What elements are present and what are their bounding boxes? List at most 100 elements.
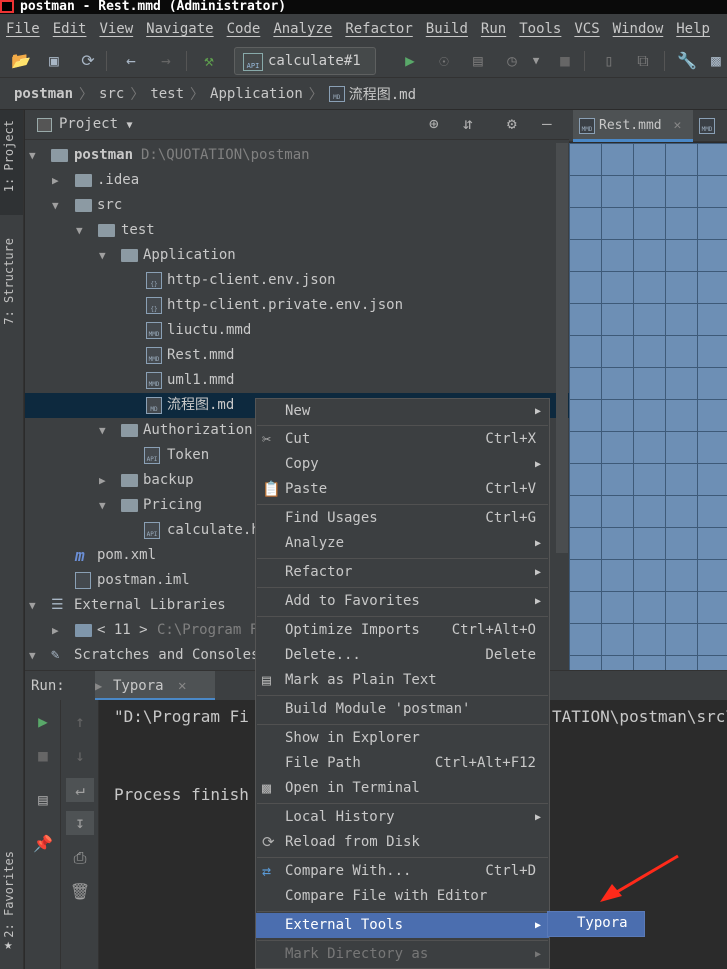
menu-vcs[interactable]: VCS — [574, 21, 599, 37]
menu-item-file-path[interactable]: File Path Ctrl+Alt+F12 — [256, 751, 549, 776]
open-folder-icon[interactable]: 📂 — [10, 50, 32, 72]
trash-icon[interactable]: 🗑 — [66, 880, 94, 904]
expand-arrow-icon[interactable]: ▼ — [29, 643, 36, 668]
menu-tools[interactable]: Tools — [519, 21, 561, 37]
rerun-icon[interactable]: ▶ — [29, 710, 57, 734]
stop-icon[interactable]: ■ — [554, 50, 576, 72]
menu-item-mark-as-plain-text[interactable]: ▤ Mark as Plain Text — [256, 668, 549, 693]
diagram-preview-canvas[interactable] — [569, 143, 727, 670]
menu-item-find-usages[interactable]: Find Usages Ctrl+G — [256, 506, 549, 531]
close-icon[interactable]: ✕ — [178, 678, 186, 694]
menu-item-optimize-imports[interactable]: Optimize Imports Ctrl+Alt+O — [256, 618, 549, 643]
tree-item-application[interactable]: ▼ Application — [25, 243, 569, 268]
stop-icon[interactable]: ■ — [29, 744, 57, 768]
tree-item-uml1[interactable]: MMD uml1.mmd — [25, 368, 569, 393]
menu-build[interactable]: Build — [426, 21, 468, 37]
update-icon[interactable]: ⧉ — [632, 50, 654, 72]
menu-item-add-to-favorites[interactable]: Add to Favorites ▶ — [256, 589, 549, 614]
expand-arrow-icon[interactable]: ▼ — [29, 143, 36, 168]
editor-tab-second[interactable]: MMD — [699, 110, 727, 142]
breadcrumb-file[interactable]: 流程图.md — [349, 84, 416, 104]
menu-item-open-in-terminal[interactable]: ▩ Open in Terminal — [256, 776, 549, 801]
close-icon[interactable]: ✕ — [673, 118, 681, 133]
save-icon[interactable]: ▣ — [43, 50, 65, 72]
menu-item-build-module[interactable]: Build Module 'postman' — [256, 697, 549, 722]
tree-item-test[interactable]: ▼ test — [25, 218, 569, 243]
profile-icon[interactable]: ◷ — [501, 50, 523, 72]
menu-help[interactable]: Help — [676, 21, 710, 37]
run-configuration-select[interactable]: API calculate#1 — [234, 47, 376, 75]
run-play-icon[interactable]: ▶ — [399, 50, 421, 72]
project-tool-tab[interactable]: 1: Project — [0, 110, 23, 215]
tree-item-liuctu[interactable]: MMD liuctu.mmd — [25, 318, 569, 343]
expand-arrow-icon[interactable]: ▼ — [29, 593, 36, 618]
menu-item-paste[interactable]: 📋 Paste Ctrl+V — [256, 477, 549, 502]
collapse-all-icon[interactable]: ⇵ — [463, 114, 473, 133]
menu-view[interactable]: View — [99, 21, 133, 37]
sync-icon[interactable]: ⟳ — [77, 50, 99, 72]
breadcrumb-postman[interactable]: postman — [14, 86, 73, 102]
run-tab-typora[interactable]: ▶ Typora ✕ — [95, 671, 215, 701]
tree-item-http-client-private-env[interactable]: {} http-client.private.env.json — [25, 293, 569, 318]
tree-item-src[interactable]: ▼ src — [25, 193, 569, 218]
locate-target-icon[interactable]: ⊕ — [429, 114, 439, 133]
breadcrumb-src[interactable]: src — [99, 86, 124, 102]
submenu-item-typora[interactable]: Typora — [577, 915, 628, 931]
menu-item-refactor[interactable]: Refactor ▶ — [256, 560, 549, 585]
project-structure-icon[interactable]: ▩ — [705, 50, 727, 72]
device-icon[interactable]: ▯ — [598, 50, 620, 72]
menu-navigate[interactable]: Navigate — [146, 21, 213, 37]
menu-item-local-history[interactable]: Local History ▶ — [256, 805, 549, 830]
editor-tab-rest-mmd[interactable]: MMD Rest.mmd ✕ — [573, 110, 693, 142]
tree-item-http-client-env[interactable]: {} http-client.env.json — [25, 268, 569, 293]
tree-item-rest-mmd[interactable]: MMD Rest.mmd — [25, 343, 569, 368]
menu-run[interactable]: Run — [481, 21, 506, 37]
menu-item-cut[interactable]: ✂ Cut Ctrl+X — [256, 427, 549, 452]
menu-item-compare-file-with-editor[interactable]: Compare File with Editor — [256, 884, 549, 909]
menu-item-copy[interactable]: Copy ▶ — [256, 452, 549, 477]
debug-bug-icon[interactable]: ☉ — [433, 50, 455, 72]
collapse-arrow-icon[interactable]: ▶ — [52, 168, 59, 193]
menu-code[interactable]: Code — [227, 21, 261, 37]
scroll-to-end-icon[interactable]: ↧ — [66, 811, 94, 835]
layout-icon[interactable]: ▤ — [29, 788, 57, 812]
tree-item-idea[interactable]: ▶ .idea — [25, 168, 569, 193]
breadcrumb-test[interactable]: test — [150, 86, 184, 102]
menu-item-show-in-explorer[interactable]: Show in Explorer — [256, 726, 549, 751]
tree-item-postman[interactable]: ▼ postman D:\QUOTATION\postman — [25, 143, 569, 168]
favorites-tool-tab[interactable]: 2: Favorites ★ — [0, 845, 23, 965]
menu-item-external-tools[interactable]: External Tools ▶ — [256, 913, 549, 938]
forward-arrow-icon[interactable]: → — [155, 50, 177, 72]
menu-item-compare-with[interactable]: ⇄ Compare With... Ctrl+D — [256, 859, 549, 884]
chevron-down-icon[interactable]: ▼ — [525, 50, 547, 72]
collapse-arrow-icon[interactable]: ▶ — [52, 618, 59, 643]
menu-window[interactable]: Window — [613, 21, 664, 37]
down-arrow-icon[interactable]: ↓ — [66, 744, 94, 768]
expand-arrow-icon[interactable]: ▼ — [99, 493, 106, 518]
menu-item-new[interactable]: New ▶ — [256, 399, 549, 424]
menu-item-analyze[interactable]: Analyze ▶ — [256, 531, 549, 556]
menu-refactor[interactable]: Refactor — [345, 21, 412, 37]
soft-wrap-icon[interactable]: ↵ — [66, 778, 94, 802]
menu-item-reload-from-disk[interactable]: ⟳ Reload from Disk — [256, 830, 549, 855]
gear-icon[interactable]: ⚙ — [507, 114, 517, 133]
expand-arrow-icon[interactable]: ▼ — [52, 193, 59, 218]
print-icon[interactable]: ⎙ — [66, 846, 94, 870]
breadcrumb-application[interactable]: Application — [210, 86, 303, 102]
project-view-selector[interactable]: Project ▼ — [59, 116, 132, 132]
structure-tool-tab[interactable]: 7: Structure — [0, 230, 23, 340]
menu-item-mark-directory-as[interactable]: Mark Directory as ▶ — [256, 942, 549, 967]
menu-analyze[interactable]: Analyze — [273, 21, 332, 37]
expand-arrow-icon[interactable]: ▼ — [99, 243, 106, 268]
menu-item-delete[interactable]: Delete... Delete — [256, 643, 549, 668]
build-hammer-icon[interactable]: ⚒ — [198, 50, 220, 72]
menu-file[interactable]: File — [6, 21, 40, 37]
menu-edit[interactable]: Edit — [53, 21, 87, 37]
back-arrow-icon[interactable]: ← — [120, 50, 142, 72]
collapse-arrow-icon[interactable]: ▶ — [99, 468, 106, 493]
wrench-icon[interactable]: 🔧 — [676, 50, 698, 72]
up-arrow-icon[interactable]: ↑ — [66, 710, 94, 734]
coverage-icon[interactable]: ▤ — [467, 50, 489, 72]
expand-arrow-icon[interactable]: ▼ — [76, 218, 83, 243]
hide-panel-icon[interactable]: — — [542, 114, 552, 133]
